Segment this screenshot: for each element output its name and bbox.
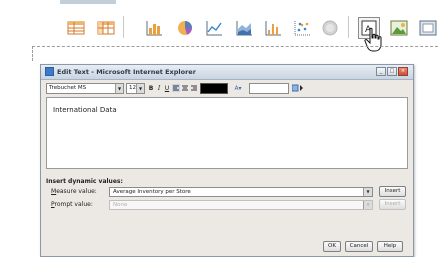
- dynamic-values-heading: Insert dynamic values:: [46, 178, 123, 185]
- table-icon[interactable]: [66, 18, 86, 38]
- report-toolbar: A: [0, 0, 439, 52]
- minimize-button[interactable]: _: [376, 67, 386, 76]
- align-center-icon[interactable]: [181, 84, 189, 93]
- measure-value-select[interactable]: Average Inventory per Store ▼: [109, 187, 373, 197]
- font-family-value: Trebuchet MS: [49, 85, 87, 91]
- measure-label: Measure value:: [51, 187, 111, 197]
- pie-chart-icon[interactable]: [175, 18, 195, 38]
- align-left-icon[interactable]: [172, 84, 180, 93]
- area-chart-icon[interactable]: [234, 18, 254, 38]
- font-size-select[interactable]: 12 ▼: [126, 83, 145, 94]
- gauge-icon[interactable]: [320, 18, 340, 38]
- prompt-value-select[interactable]: None ▼: [109, 200, 373, 210]
- histogram-icon[interactable]: [263, 18, 283, 38]
- prompt-row: Prompt value: None ▼ Insert: [51, 199, 406, 210]
- frame-icon[interactable]: [418, 18, 438, 38]
- background-color-select[interactable]: [249, 83, 289, 94]
- text-color-swatch[interactable]: [200, 83, 228, 94]
- scatter-chart-icon[interactable]: [292, 18, 312, 38]
- help-button[interactable]: Help: [377, 241, 403, 252]
- chevron-down-icon: ▼: [363, 188, 372, 196]
- measure-row: Measure value: Average Inventory per Sto…: [51, 186, 406, 197]
- insert-prompt-button[interactable]: Insert: [379, 199, 406, 210]
- prompt-label: Prompt value:: [51, 200, 111, 210]
- dialog-title: Edit Text - Microsoft Internet Explorer: [57, 68, 196, 76]
- font-size-value: 12: [129, 85, 136, 91]
- chevron-down-icon: ▼: [136, 84, 144, 93]
- toolbar-separator: [348, 16, 349, 38]
- align-right-icon[interactable]: [190, 84, 198, 93]
- crosstab-icon[interactable]: [96, 18, 116, 38]
- chevron-down-icon: ▼: [115, 84, 123, 93]
- background-color-picker-icon[interactable]: [291, 84, 304, 93]
- ie-icon: [45, 67, 54, 76]
- report-layout-area: [32, 46, 439, 61]
- edit-text-dialog: Edit Text - Microsoft Internet Explorer …: [40, 64, 414, 257]
- line-chart-icon[interactable]: [204, 18, 224, 38]
- font-family-select[interactable]: Trebuchet MS ▼: [46, 83, 124, 94]
- italic-button[interactable]: I: [155, 84, 163, 93]
- toolbar-separator: [123, 16, 124, 38]
- image-icon[interactable]: [389, 18, 409, 38]
- prompt-label-rest: rompt value:: [54, 201, 93, 208]
- format-toolbar: Trebuchet MS ▼ 12 ▼ B I U A▾: [46, 83, 408, 95]
- dialog-titlebar: Edit Text - Microsoft Internet Explorer …: [41, 65, 413, 80]
- bar-chart-icon[interactable]: [144, 18, 164, 38]
- maximize-button[interactable]: □: [387, 67, 397, 76]
- close-button[interactable]: ×: [398, 67, 408, 76]
- text-editor[interactable]: International Data: [46, 97, 408, 169]
- toolbar-edge: [60, 0, 116, 4]
- bold-button[interactable]: B: [147, 84, 155, 93]
- insert-measure-button[interactable]: Insert: [379, 186, 406, 197]
- chevron-down-icon: ▼: [363, 201, 372, 209]
- ok-button[interactable]: OK: [323, 241, 341, 252]
- underline-button[interactable]: U: [163, 84, 171, 93]
- text-color-picker-icon[interactable]: A▾: [232, 84, 244, 93]
- cancel-button[interactable]: Cancel: [345, 241, 373, 252]
- measure-label-rest: easure value:: [56, 188, 97, 195]
- prompt-value: None: [113, 202, 128, 208]
- measure-value: Average Inventory per Store: [113, 189, 191, 195]
- editor-content: International Data: [53, 106, 117, 114]
